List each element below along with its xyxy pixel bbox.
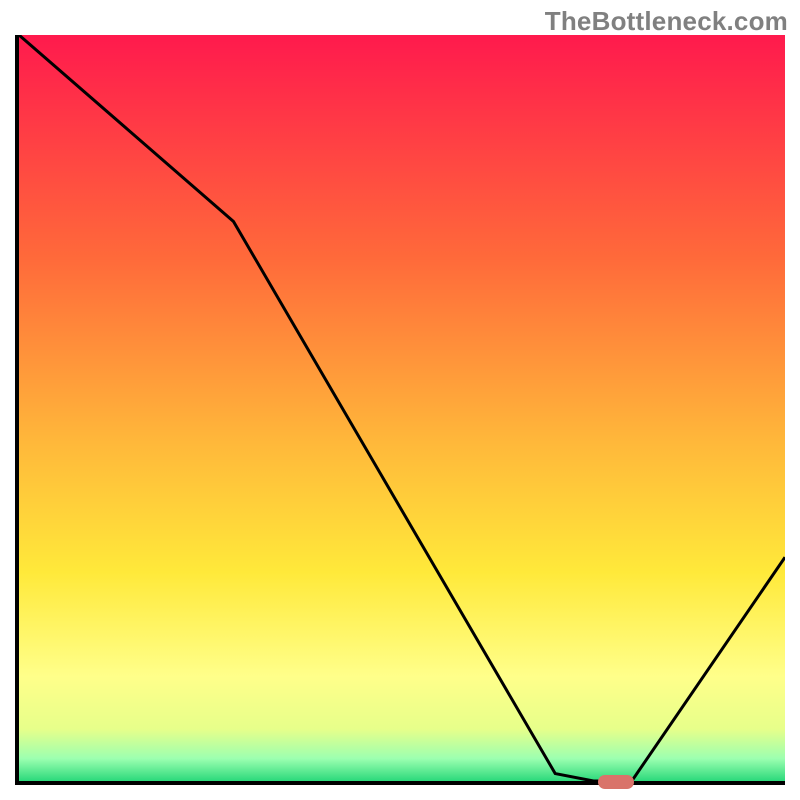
optimal-marker xyxy=(598,775,634,789)
chart-svg xyxy=(19,35,785,781)
chart-frame: TheBottleneck.com xyxy=(0,0,800,800)
watermark-text: TheBottleneck.com xyxy=(545,6,788,37)
plot-area xyxy=(15,35,785,785)
gradient-background xyxy=(19,35,785,781)
